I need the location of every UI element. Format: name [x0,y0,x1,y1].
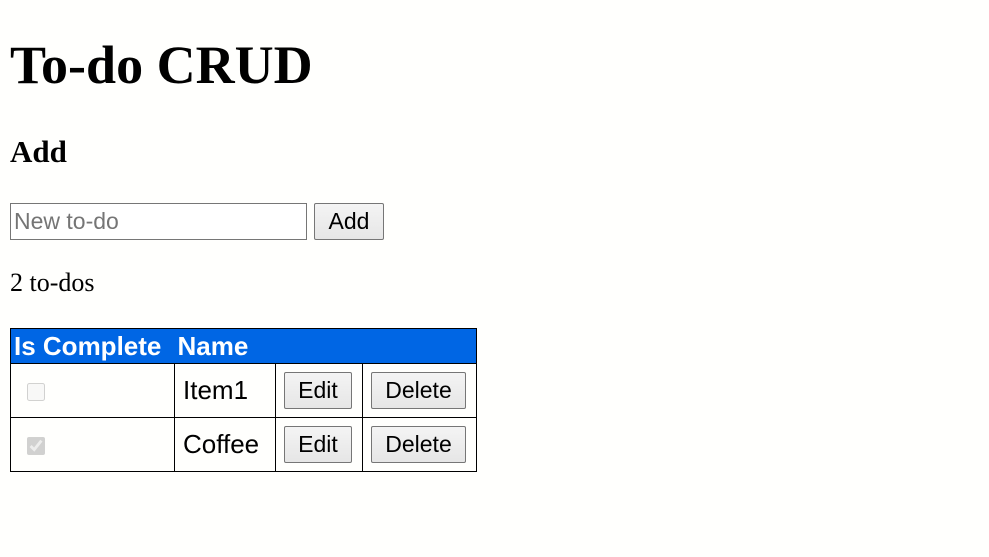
todo-table: Is Complete Name Item1 Edit Delete Coffe… [10,328,477,472]
add-button[interactable]: Add [314,203,384,240]
delete-button[interactable]: Delete [371,372,466,409]
delete-button[interactable]: Delete [371,426,466,463]
cell-is-complete [10,363,175,418]
table-row: Coffee Edit Delete [10,417,477,472]
cell-delete: Delete [362,363,477,418]
cell-name: Item1 [174,363,276,418]
cell-is-complete [10,417,175,472]
edit-button[interactable]: Edit [284,372,352,409]
cell-edit: Edit [275,417,363,472]
header-is-complete: Is Complete [10,328,175,364]
new-todo-input[interactable] [10,203,307,240]
header-edit-blank [275,328,363,364]
cell-name: Coffee [174,417,276,472]
page-title: To-do CRUD [10,35,313,95]
complete-checkbox[interactable] [27,383,45,402]
edit-button[interactable]: Edit [284,426,352,463]
add-section-heading: Add [10,134,67,169]
complete-checkbox[interactable] [27,437,45,456]
table-header-row: Is Complete Name [10,328,477,364]
cell-edit: Edit [275,363,363,418]
table-row: Item1 Edit Delete [10,363,477,418]
cell-delete: Delete [362,417,477,472]
add-todo-form: Add [10,203,384,240]
header-delete-blank [362,328,477,364]
header-name: Name [174,328,276,364]
todo-count: 2 to-dos [10,268,95,297]
